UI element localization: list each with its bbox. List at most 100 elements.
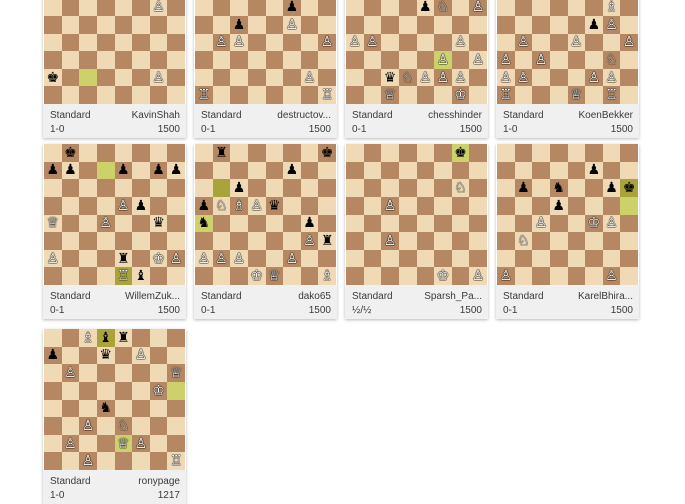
chess-board[interactable]: ♞♙♜♛♗♟♙♙♙♙♙♙♘♙♙♙♙♖♕♖	[497, 0, 638, 104]
white-queen-icon: ♕	[570, 87, 583, 104]
chess-board[interactable]: ♟ ♟ ♞ ♟ ♚ ♟ ♙ ♔ ♙ ♘ ♙ ♙	[497, 144, 638, 285]
square-f3	[283, 232, 301, 250]
square-b4	[61, 33, 80, 52]
square-g5	[149, 15, 168, 34]
game-card-8[interactable]: ♟ ♟ ♞ ♟ ♚ ♟ ♙ ♔ ♙ ♘ ♙ ♙ Standard 0-1 KarelBhira... …	[496, 144, 639, 319]
player-name[interactable]: Sparsh_Pa...	[424, 291, 482, 302]
square-h6	[469, 179, 487, 197]
square-c4	[79, 33, 97, 52]
game-variant: Standard	[503, 291, 544, 302]
player-name[interactable]: destructov...	[277, 110, 331, 121]
square-d3	[96, 232, 115, 250]
game-card-7[interactable]: ♚ ♘ ♙ ♙ ♔ ♙ Standard ½/½ Sparsh_Pa... 1500	[345, 144, 488, 319]
square-a3	[44, 51, 62, 69]
white-pawn-icon: ♙	[152, 0, 165, 16]
square-e3	[567, 51, 586, 69]
square-c1	[230, 86, 248, 104]
square-b8	[514, 144, 533, 162]
game-variant: Standard	[50, 476, 91, 487]
black-pawn-icon: ♟	[303, 215, 316, 232]
square-b1	[363, 267, 382, 285]
game-info: Standard ½/½ Sparsh_Pa... 1500	[345, 285, 488, 319]
square-b6	[212, 179, 231, 197]
black-pawn-icon: ♟	[117, 162, 130, 179]
game-card-2[interactable]: ♟♕♙♟♟♙♙♙♙♙♖♖ Standard 0-1 destructov... …	[194, 0, 337, 138]
square-g1	[300, 267, 319, 285]
square-f2	[283, 68, 301, 87]
square-f8	[585, 144, 603, 162]
game-info: Standard 1-0 KoenBekker 1500	[496, 104, 639, 138]
black-queen-icon: ♛	[99, 347, 112, 364]
square-h8	[620, 144, 638, 162]
square-b3	[212, 232, 231, 250]
square-b3	[212, 51, 231, 69]
black-pawn-icon: ♟	[552, 197, 565, 214]
square-b5	[514, 196, 533, 215]
game-card-3[interactable]: ♟♟♟♟♘♙♙♙♙♙♙♛♘♙♙♙♕♔ Standard 0-1 chesshin…	[345, 0, 488, 138]
chess-board[interactable]: ♟♕♙♟♟♙♙♙♙♙♖♖	[195, 0, 336, 104]
player-name[interactable]: dako65	[298, 291, 331, 302]
square-b5	[363, 15, 382, 34]
chess-board[interactable]: ♚ ♟ ♟ ♟ ♟ ♟ ♙ ♟ ♕ ♙ ♛ ♙ ♜ ♔ ♙ ♖ ♝	[44, 144, 185, 285]
white-pawn-icon: ♙	[471, 51, 485, 68]
square-g4	[149, 399, 168, 418]
square-a5	[346, 15, 364, 34]
player-name[interactable]: WillemZuk...	[125, 291, 180, 302]
square-b1	[61, 86, 80, 104]
white-pawn-icon: ♙	[215, 34, 228, 51]
player-name[interactable]: KarelBhira...	[578, 291, 633, 302]
white-pawn-icon: ♙	[169, 250, 183, 267]
player-name[interactable]: KavinShah	[132, 110, 180, 121]
square-f5	[283, 196, 301, 215]
square-f6	[585, 179, 603, 197]
square-h3: ♜	[318, 232, 336, 250]
square-b8: ♚	[61, 144, 80, 162]
black-pawn-icon: ♟	[46, 162, 60, 179]
square-d8	[398, 144, 417, 162]
square-a6	[346, 0, 364, 16]
game-card-5[interactable]: ♚ ♟ ♟ ♟ ♟ ♟ ♙ ♟ ♕ ♙ ♛ ♙ ♜ ♔ ♙ ♖ ♝ Standard 0-1 WillemZuk…	[43, 144, 186, 319]
chess-board[interactable]: ♜ ♚ ♟ ♟ ♟ ♘ ♗ ♙ ♛ ♞ ♟ ♙ ♜ ♙ ♙ ♙ ♙ ♔ ♕ ♗	[195, 144, 336, 285]
square-f3	[585, 51, 603, 69]
square-f1	[283, 267, 301, 285]
player-name[interactable]: ronypage	[138, 476, 180, 487]
black-bishop-icon: ♝	[134, 268, 148, 285]
white-pawn-icon: ♙	[81, 417, 95, 434]
game-card-6[interactable]: ♜ ♚ ♟ ♟ ♟ ♘ ♗ ♙ ♛ ♞ ♟ ♙ ♜ ♙ ♙ ♙ ♙ ♔ ♕ ♗ Standard 0-1 dako65…	[194, 144, 337, 319]
square-d3	[247, 232, 266, 250]
square-g6	[149, 179, 168, 197]
chess-board[interactable]: ♙♔♙♚♙	[44, 0, 185, 104]
white-pawn-icon: ♙	[534, 215, 548, 232]
square-f1	[434, 86, 452, 104]
square-e8	[567, 144, 586, 162]
square-c7	[79, 161, 97, 180]
square-g2: ♙	[149, 68, 168, 87]
square-c6	[532, 0, 550, 16]
white-pawn-icon: ♙	[471, 268, 485, 285]
square-g4: ♙	[602, 214, 621, 233]
white-pawn-icon: ♙	[134, 435, 148, 452]
square-e8	[265, 144, 284, 162]
square-d1	[247, 86, 266, 104]
square-b3: ♘	[514, 232, 533, 250]
square-h6	[318, 0, 336, 16]
square-b4: ♙	[514, 33, 533, 52]
player-name[interactable]: chesshinder	[428, 110, 482, 121]
square-c8	[381, 144, 399, 162]
chess-board[interactable]: ♗ ♝ ♜ ♟ ♛ ♙ ♙ ♕ ♔ ♞ ♙ ♘ ♙ ♕ ♙ ♙ ♖	[44, 329, 185, 470]
player-name[interactable]: KoenBekker	[579, 110, 633, 121]
game-card-1[interactable]: ♙♔♙♚♙ Standard 1-0 KavinShah 1500	[43, 0, 186, 138]
chess-board[interactable]: ♟♟♟♟♘♙♙♙♙♙♙♛♘♙♙♙♕♔	[346, 0, 487, 104]
chess-board[interactable]: ♚ ♘ ♙ ♙ ♔ ♙	[346, 144, 487, 285]
square-d7	[247, 161, 266, 180]
square-g3	[149, 51, 168, 69]
square-d2	[96, 434, 115, 453]
game-card-9[interactable]: ♗ ♝ ♜ ♟ ♛ ♙ ♙ ♕ ♔ ♞ ♙ ♘ ♙ ♕ ♙ ♙ ♖ Standard 1-0 ronypage …	[43, 329, 186, 504]
game-card-4[interactable]: ♞♙♜♛♗♟♙♙♙♙♙♙♘♙♙♙♙♖♕♖ Standard 1-0 KoenBe…	[496, 0, 639, 138]
square-g3	[451, 51, 470, 69]
black-pawn-icon: ♟	[169, 162, 183, 179]
square-f7: ♟	[585, 161, 603, 180]
square-g5: ♔	[149, 381, 168, 400]
white-knight-icon: ♘	[117, 417, 130, 434]
square-h3	[167, 417, 185, 435]
